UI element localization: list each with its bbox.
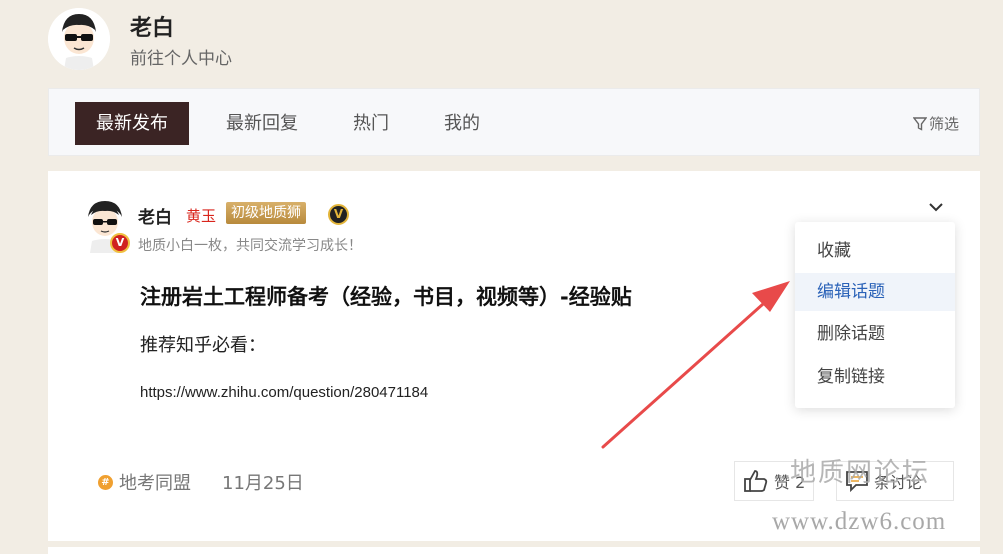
watermark-url: www.dzw6.com bbox=[772, 508, 947, 535]
profile-link[interactable]: 前往个人中心 bbox=[130, 44, 232, 69]
verified-red-badge: V bbox=[110, 233, 130, 253]
post-link[interactable]: https://www.zhihu.com/question/280471184 bbox=[140, 384, 428, 401]
author-level-badge: 初级地质狮 bbox=[226, 202, 306, 224]
post-title[interactable]: 注册岩土工程师备考（经验，书目，视频等）-经验贴 bbox=[140, 281, 632, 311]
menu-item-delete-topic[interactable]: 删除话题 bbox=[795, 315, 955, 353]
filter-button[interactable]: 筛选 bbox=[912, 113, 959, 134]
hashtag-icon: # bbox=[98, 474, 113, 490]
avatar[interactable] bbox=[48, 8, 110, 70]
user-name: 老白 bbox=[130, 16, 175, 41]
post-tag[interactable]: # 地考同盟 bbox=[98, 469, 191, 495]
tab-latest-posts[interactable]: 最新发布 bbox=[75, 102, 189, 145]
chevron-down-icon[interactable] bbox=[926, 197, 946, 217]
filter-icon bbox=[912, 116, 927, 131]
filter-label: 筛选 bbox=[928, 115, 959, 133]
tab-latest-replies[interactable]: 最新回复 bbox=[205, 102, 319, 145]
watermark-title: 地质网论坛 bbox=[790, 458, 931, 488]
menu-item-favorite[interactable]: 收藏 bbox=[795, 232, 955, 270]
tab-mine[interactable]: 我的 bbox=[423, 102, 501, 145]
next-card-edge bbox=[48, 547, 980, 554]
post-tag-label: 地考同盟 bbox=[119, 473, 191, 494]
tab-bar: 最新发布 最新回复 热门 我的 筛选 bbox=[48, 88, 980, 156]
post-author-name[interactable]: 老白 bbox=[138, 203, 172, 228]
avatar-cartoon-icon bbox=[48, 8, 110, 70]
post-body: 推荐知乎必看： bbox=[140, 335, 266, 356]
verified-gold-badge: V bbox=[328, 204, 349, 225]
post-options-menu: 收藏 编辑话题 删除话题 复制链接 bbox=[795, 222, 955, 408]
menu-item-copy-link[interactable]: 复制链接 bbox=[795, 358, 955, 396]
author-signature: 地质小白一枚，共同交流学习成长！ bbox=[138, 238, 362, 254]
post-date: 11月25日 bbox=[222, 473, 304, 494]
menu-item-edit-topic[interactable]: 编辑话题 bbox=[795, 273, 955, 311]
tab-hot[interactable]: 热门 bbox=[332, 102, 410, 145]
user-header: 老白 前往个人中心 bbox=[48, 8, 548, 70]
thumbs-up-icon bbox=[744, 470, 768, 492]
author-rank: 黄玉 bbox=[186, 207, 217, 225]
